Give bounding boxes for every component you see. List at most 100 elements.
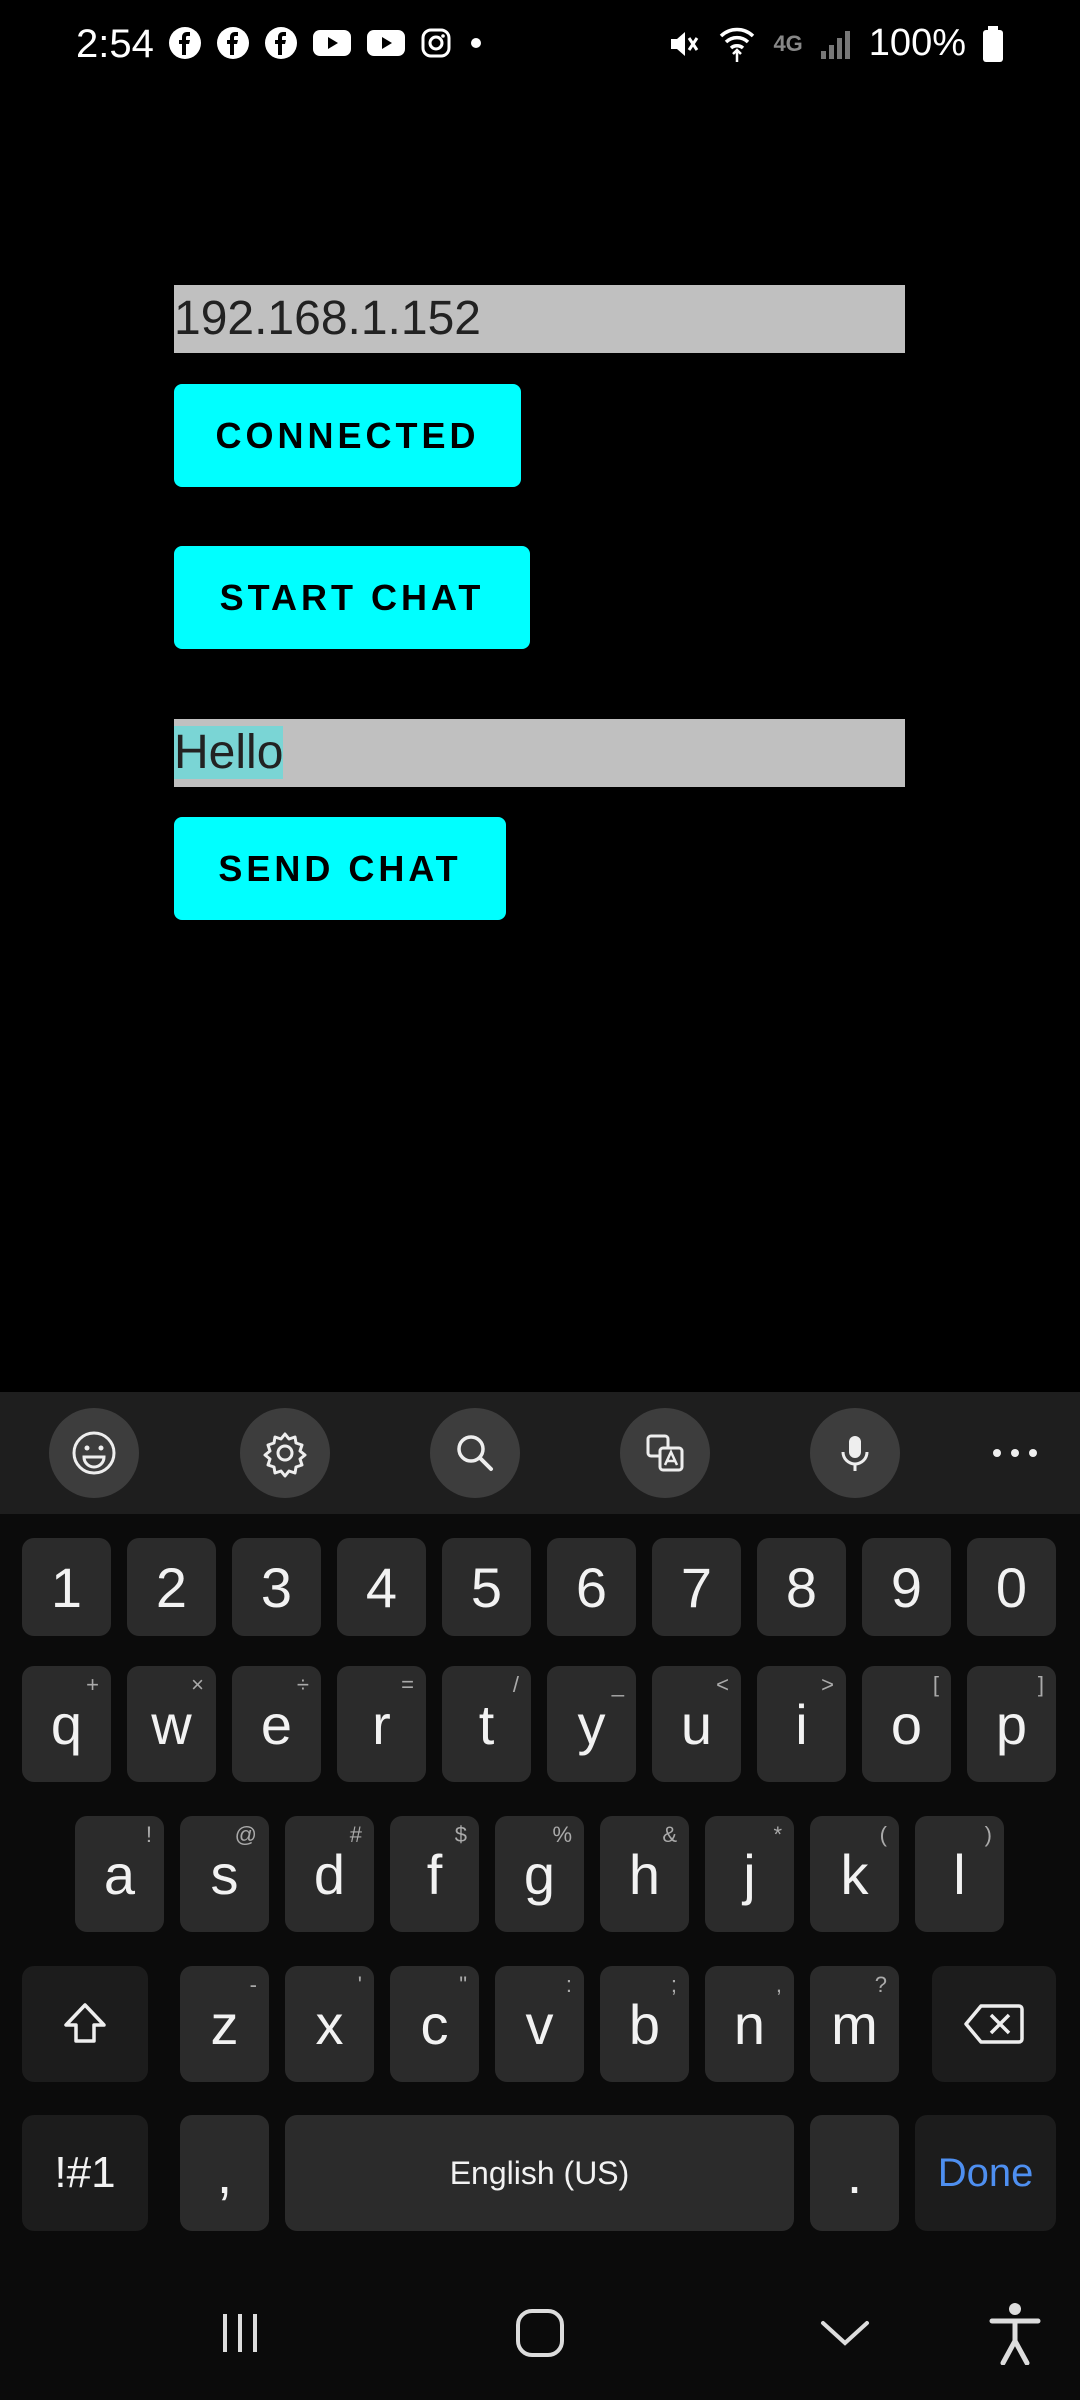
key-sub: , [775, 1972, 782, 1997]
symbols-key[interactable]: !#1 [22, 2115, 148, 2231]
hide-keyboard-button[interactable] [805, 2298, 885, 2368]
key-label: n [733, 1992, 766, 2056]
key-label: y [577, 1692, 606, 1756]
home-button[interactable] [500, 2298, 580, 2368]
key-sub: ; [670, 1972, 677, 1997]
key-a[interactable]: a! [75, 1816, 164, 1932]
key-z[interactable]: z- [180, 1966, 269, 2082]
translate-icon [646, 1434, 684, 1472]
key-sub: < [716, 1672, 729, 1697]
key-sub: - [249, 1972, 257, 1997]
key-sub: " [459, 1972, 467, 1997]
key-g[interactable]: g% [495, 1816, 584, 1932]
search-icon [457, 1435, 493, 1471]
emoji-button[interactable] [49, 1408, 139, 1498]
ip-address-input[interactable]: 192.168.1.152 [174, 285, 905, 353]
signal-icon [820, 30, 850, 59]
key-sub: / [512, 1672, 519, 1697]
key-h[interactable]: h & [600, 1816, 689, 1932]
key-label: o [890, 1692, 923, 1756]
recent-apps-button[interactable] [200, 2298, 280, 2368]
key-label: p [995, 1692, 1028, 1756]
key-label: g [523, 1842, 556, 1906]
key-label: c [420, 1992, 449, 2056]
key-b[interactable]: b; [600, 1966, 689, 2082]
key-d[interactable]: d # [285, 1816, 374, 1932]
start-chat-button[interactable]: START CHAT [174, 546, 530, 649]
voice-input-button[interactable] [810, 1408, 900, 1498]
key-o[interactable]: o[ [862, 1666, 951, 1782]
key-w[interactable]: w × [127, 1666, 216, 1782]
accessibility-button[interactable] [975, 2298, 1055, 2368]
key-k[interactable]: k( [810, 1816, 899, 1932]
key-6[interactable]: 6 [547, 1538, 636, 1636]
shift-icon [64, 2003, 106, 2043]
message-input[interactable]: Hello [174, 719, 905, 787]
key-n[interactable]: n, [705, 1966, 794, 2082]
notification-icons [168, 26, 486, 60]
key-i[interactable]: i > [757, 1666, 846, 1782]
key-2[interactable]: 2 [127, 1538, 216, 1636]
microphone-icon [841, 1436, 869, 1471]
translate-button[interactable] [620, 1408, 710, 1498]
facebook-icon [217, 27, 249, 59]
key-u[interactable]: u < [652, 1666, 741, 1782]
keyboard: 1 2 3 4 5 6 7 8 9 0 q + w × e ÷ r = t / y _ u <… [0, 1392, 1080, 2400]
key-label: l [953, 1842, 966, 1906]
accessibility-icon [989, 2303, 1041, 2365]
key-sub: @ [234, 1822, 257, 1847]
key-t[interactable]: t / [442, 1666, 531, 1782]
key-label: x [315, 1992, 344, 2056]
navigation-bar [0, 2268, 1080, 2400]
key-sub: & [662, 1822, 677, 1847]
key-9[interactable]: 9 [862, 1538, 951, 1636]
key-q[interactable]: q + [22, 1666, 111, 1782]
recent-apps-icon [223, 2314, 257, 2352]
key-label: v [525, 1992, 554, 2056]
key-x[interactable]: x ' [285, 1966, 374, 2082]
space-key[interactable]: English (US) [285, 2115, 794, 2231]
key-8[interactable]: 8 [757, 1538, 846, 1636]
send-chat-button[interactable]: SEND CHAT [174, 817, 506, 920]
key-p[interactable]: p] [967, 1666, 1056, 1782]
key-sub: ÷ [296, 1672, 309, 1697]
search-button[interactable] [430, 1408, 520, 1498]
key-label: t [478, 1692, 495, 1756]
key-0[interactable]: 0 [967, 1538, 1056, 1636]
mute-icon [671, 31, 699, 56]
key-s[interactable]: s @ [180, 1816, 269, 1932]
backspace-key[interactable] [932, 1966, 1056, 2082]
message-value: Hello [174, 726, 284, 779]
key-r[interactable]: r = [337, 1666, 426, 1782]
key-y[interactable]: y _ [547, 1666, 636, 1782]
key-sub: ] [1037, 1672, 1044, 1697]
key-j[interactable]: j * [705, 1816, 794, 1932]
key-c[interactable]: c " [390, 1966, 479, 2082]
facebook-icon [169, 27, 201, 59]
status-bar: 2:54 4G 100% [0, 0, 1080, 92]
key-l[interactable]: l) [915, 1816, 1004, 1932]
backspace-icon [964, 2004, 1024, 2044]
key-sub: ( [879, 1822, 887, 1847]
key-sub: $ [454, 1822, 467, 1847]
key-sub: # [349, 1822, 362, 1847]
key-v[interactable]: v: [495, 1966, 584, 2082]
key-4[interactable]: 4 [337, 1538, 426, 1636]
key-label: d [313, 1842, 346, 1906]
shift-key[interactable] [22, 1966, 148, 2082]
key-1[interactable]: 1 [22, 1538, 111, 1636]
settings-button[interactable] [240, 1408, 330, 1498]
key-label: h [628, 1842, 661, 1906]
key-f[interactable]: f $ [390, 1816, 479, 1932]
comma-key[interactable]: , [180, 2115, 269, 2231]
connect-button[interactable]: CONNECTED [174, 384, 521, 487]
done-key[interactable]: Done [915, 2115, 1056, 2231]
key-e[interactable]: e ÷ [232, 1666, 321, 1782]
key-5[interactable]: 5 [442, 1538, 531, 1636]
period-key[interactable]: . [810, 2115, 899, 2231]
key-m[interactable]: m? [810, 1966, 899, 2082]
key-3[interactable]: 3 [232, 1538, 321, 1636]
key-7[interactable]: 7 [652, 1538, 741, 1636]
more-button[interactable] [970, 1408, 1060, 1498]
key-sub: ' [357, 1972, 362, 1997]
